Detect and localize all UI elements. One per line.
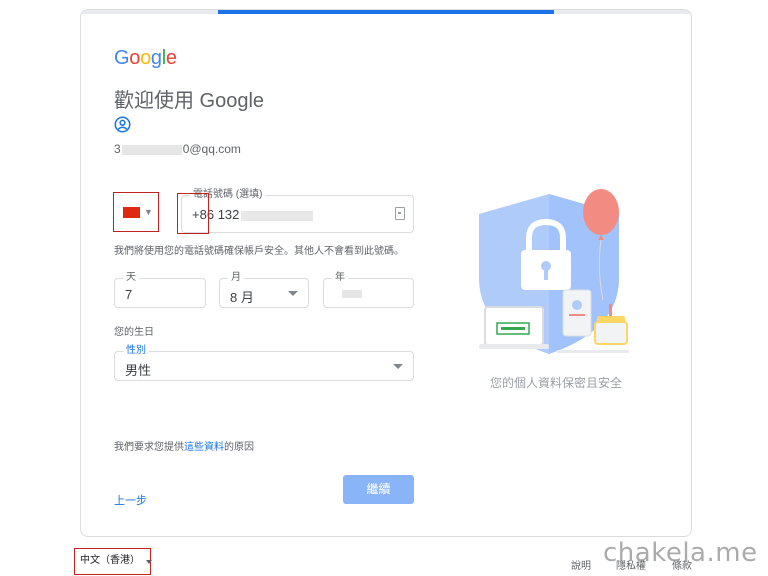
email-suffix: 0@qq.com <box>182 142 241 156</box>
phone-number-input[interactable]: +86 132 <box>192 207 314 222</box>
phone-privacy-note: 我們將使用您的電話號碼確保帳戶安全。其他人不會看到此號碼。 <box>114 246 404 257</box>
gender-select[interactable]: 性別 男性 <box>114 345 414 381</box>
logo-letter: g <box>150 47 162 69</box>
reason-suffix: 的原因 <box>224 442 254 453</box>
illustration-caption: 您的個人資料保密且安全 <box>489 376 622 390</box>
gender-value: 男性 <box>125 363 152 378</box>
logo-letter: e <box>165 47 177 69</box>
month-label: 月 <box>228 272 244 284</box>
country-code-select[interactable]: ▼ <box>113 192 159 232</box>
page-title: 歡迎使用 Google <box>114 90 265 112</box>
birthday-day-field[interactable]: 天 7 <box>114 272 206 308</box>
reason-link[interactable]: 這些資料 <box>184 442 224 453</box>
logo-letter: G <box>114 47 130 69</box>
progress-bar <box>81 10 691 14</box>
birthday-section-label: 您的生日 <box>114 327 154 338</box>
country-code-highlight <box>177 193 209 234</box>
reason-prefix: 我們要求您提供 <box>114 442 184 453</box>
email-redaction <box>121 144 182 155</box>
year-label: 年 <box>332 272 348 284</box>
contact-book-icon[interactable] <box>395 207 405 220</box>
china-flag-icon <box>123 207 140 218</box>
language-select[interactable]: 中文（香港） <box>74 548 151 575</box>
caret-down-icon <box>146 560 152 564</box>
caret-down-icon <box>393 364 403 369</box>
email-prefix: 3 <box>114 142 121 156</box>
signup-card: Google 歡迎使用 Google 3 0@qq.com ▼ 電話號碼 (選填)… <box>80 9 692 537</box>
account-email: 3 0@qq.com <box>114 142 241 156</box>
logo-letter: o <box>140 47 151 69</box>
chevron-down-icon: ▼ <box>144 207 153 217</box>
data-reason-text: 我們要求您提供這些資料的原因 <box>114 438 254 453</box>
birthday-year-field[interactable]: 年 <box>323 272 414 308</box>
gender-label: 性別 <box>123 345 149 357</box>
day-label: 天 <box>123 272 139 284</box>
back-button[interactable]: 上一步 <box>114 492 147 508</box>
caret-down-icon <box>288 291 298 296</box>
help-link[interactable]: 說明 <box>571 557 591 572</box>
watermark: chakela.me <box>603 538 758 568</box>
phone-redaction <box>241 210 314 221</box>
month-value: 8 月 <box>230 290 254 305</box>
day-input[interactable]: 7 <box>125 287 132 302</box>
account-circle-icon <box>114 116 131 133</box>
progress-bar-fill <box>218 10 554 14</box>
security-shield-illustration <box>479 189 629 354</box>
google-logo: Google <box>114 47 177 70</box>
logo-letter: o <box>129 47 141 69</box>
phone-number-field[interactable]: 電話號碼 (選填) +86 132 <box>181 189 414 233</box>
next-button[interactable]: 繼續 <box>343 475 414 504</box>
year-redaction <box>342 290 362 298</box>
birthday-month-select[interactable]: 月 8 月 <box>219 272 309 308</box>
phone-number-prefix: 132 <box>217 207 240 222</box>
